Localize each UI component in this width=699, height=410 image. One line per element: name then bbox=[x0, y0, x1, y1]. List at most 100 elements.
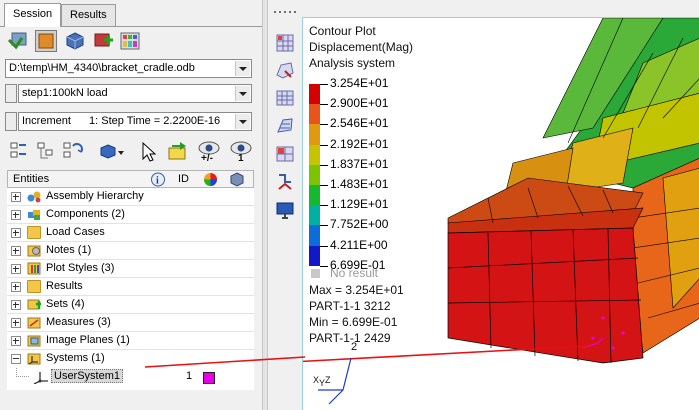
tree-expand-icon[interactable] bbox=[9, 140, 29, 162]
tree-collapse-icon[interactable] bbox=[36, 140, 56, 162]
entity-tree-header: Entities i ID bbox=[7, 170, 254, 188]
step-select[interactable]: step1:100kN load bbox=[18, 84, 252, 103]
tab-session[interactable]: Session bbox=[4, 3, 62, 27]
legend-tick bbox=[320, 144, 328, 146]
tree-item-results[interactable]: Results bbox=[7, 278, 254, 296]
select-cursor-icon[interactable] bbox=[140, 141, 158, 163]
tab-session-label: Session bbox=[13, 8, 53, 20]
contour-system: Analysis system bbox=[309, 56, 396, 70]
max-node: PART-1-1 3212 bbox=[309, 299, 391, 313]
step-nav-button[interactable] bbox=[5, 84, 17, 103]
tree-item-assembly-hierarchy[interactable]: Assembly Hierarchy bbox=[7, 188, 254, 206]
tree-sync-icon[interactable] bbox=[62, 140, 84, 162]
legend-value: 7.752E+00 bbox=[330, 217, 389, 232]
expand-icon[interactable] bbox=[11, 300, 21, 310]
display-mode-button[interactable] bbox=[35, 30, 57, 52]
chevron-down-icon[interactable] bbox=[235, 114, 250, 129]
tree-item-plot-styles[interactable]: Plot Styles (3) bbox=[7, 260, 254, 278]
expand-icon[interactable] bbox=[11, 192, 21, 202]
id-column-header[interactable]: ID bbox=[178, 173, 189, 185]
expand-icon[interactable] bbox=[11, 228, 21, 238]
folder-icon bbox=[27, 280, 41, 293]
expand-icon[interactable] bbox=[11, 336, 21, 346]
monitor-icon bbox=[276, 202, 294, 219]
coordinate-system-icon bbox=[33, 372, 48, 384]
contour-icon bbox=[276, 34, 294, 52]
result-file-select[interactable]: D:\temp\HM_4340\bracket_cradle.odb bbox=[5, 59, 252, 78]
deformed-icon bbox=[276, 62, 294, 79]
tree-item-measures[interactable]: Measures (3) bbox=[7, 314, 254, 332]
iso-button[interactable] bbox=[275, 144, 295, 164]
chevron-down-icon[interactable] bbox=[235, 86, 250, 101]
legend-tick bbox=[320, 164, 328, 166]
deformed-button[interactable] bbox=[275, 61, 295, 81]
legend-tick bbox=[320, 225, 328, 227]
expand-icon[interactable] bbox=[11, 246, 21, 256]
expand-icon[interactable] bbox=[11, 264, 21, 274]
tab-results[interactable]: Results bbox=[61, 4, 116, 26]
add-icon bbox=[94, 33, 113, 47]
increment-value: 1: Step Time = 2.2200E-16 bbox=[89, 115, 221, 127]
expand-icon[interactable] bbox=[11, 282, 21, 292]
image-capture-button[interactable] bbox=[275, 200, 295, 220]
tree-item-label: Plot Styles (3) bbox=[46, 262, 115, 274]
components-icon bbox=[28, 210, 40, 220]
legend-tick bbox=[320, 84, 328, 85]
contour-result-type: Displacement(Mag) bbox=[309, 40, 414, 54]
measure-button[interactable] bbox=[275, 172, 295, 192]
contour-colors-button[interactable] bbox=[119, 30, 141, 52]
tree-item-load-cases[interactable]: Load Cases bbox=[7, 224, 254, 242]
tree-item-user-system[interactable]: UserSystem1 1 bbox=[7, 368, 254, 386]
info-icon[interactable]: i bbox=[150, 172, 166, 187]
notes-icon bbox=[27, 245, 41, 257]
increment-type: Increment bbox=[22, 115, 71, 127]
color-wheel-icon[interactable] bbox=[203, 172, 218, 187]
plot-styles-icon bbox=[27, 262, 41, 275]
tree-item-label: Results bbox=[46, 280, 83, 292]
collapse-icon[interactable] bbox=[11, 354, 21, 364]
isolate-icon[interactable] bbox=[166, 140, 190, 162]
expand-icon[interactable] bbox=[11, 210, 21, 220]
show-hide-label: +/- bbox=[201, 153, 213, 164]
chevron-down-icon[interactable] bbox=[235, 61, 250, 76]
tree-item-label: Measures (3) bbox=[46, 316, 111, 328]
tab-results-label: Results bbox=[70, 9, 107, 21]
legend-color-band bbox=[309, 164, 320, 185]
node-number-label: 2 bbox=[351, 341, 358, 353]
entity-type-icon[interactable] bbox=[98, 142, 124, 162]
add-model-button[interactable] bbox=[92, 30, 114, 52]
legend-value: 2.192E+01 bbox=[330, 136, 389, 151]
tree-item-sets[interactable]: Sets (4) bbox=[7, 296, 254, 314]
legend-value: 1.837E+01 bbox=[330, 156, 389, 171]
legend-color-band bbox=[309, 205, 320, 226]
tree-item-notes[interactable]: Notes (1) bbox=[7, 242, 254, 260]
vector-icon bbox=[277, 118, 293, 133]
result-file-path: D:\temp\HM_4340\bracket_cradle.odb bbox=[9, 62, 195, 74]
graphics-viewport[interactable]: Contour Plot Displacement(Mag) Analysis … bbox=[302, 17, 699, 410]
folder-icon bbox=[27, 226, 41, 239]
legend-value: 3.254E+01 bbox=[330, 76, 389, 90]
show-only-label: 1 bbox=[238, 153, 244, 164]
contour-button[interactable] bbox=[275, 33, 295, 53]
entities-column-header[interactable]: Entities bbox=[13, 173, 49, 185]
legend-value: 1.129E+01 bbox=[330, 197, 389, 212]
legend-value: 2.900E+01 bbox=[330, 96, 389, 111]
tree-item-label: Components (2) bbox=[46, 208, 125, 220]
vector-button[interactable] bbox=[275, 116, 295, 136]
model-view-button[interactable] bbox=[64, 30, 86, 52]
increment-select[interactable]: Increment 1: Step Time = 2.2200E-16 bbox=[18, 112, 252, 131]
toolbar-grip-icon[interactable] bbox=[273, 9, 297, 15]
load-model-button[interactable] bbox=[6, 30, 28, 52]
display-style-icon[interactable] bbox=[229, 172, 245, 187]
measures-icon bbox=[27, 317, 41, 329]
iso-icon bbox=[276, 146, 294, 162]
tree-item-label: Image Planes (1) bbox=[46, 334, 130, 346]
tensor-button[interactable] bbox=[275, 88, 295, 108]
expand-icon[interactable] bbox=[11, 318, 21, 328]
tree-branch-line bbox=[16, 368, 30, 377]
user-system-color-swatch[interactable] bbox=[203, 372, 215, 384]
assembly-icon bbox=[27, 191, 41, 203]
tree-item-components[interactable]: Components (2) bbox=[7, 206, 254, 224]
increment-nav-button[interactable] bbox=[5, 112, 17, 131]
shaded-icon bbox=[38, 33, 54, 49]
